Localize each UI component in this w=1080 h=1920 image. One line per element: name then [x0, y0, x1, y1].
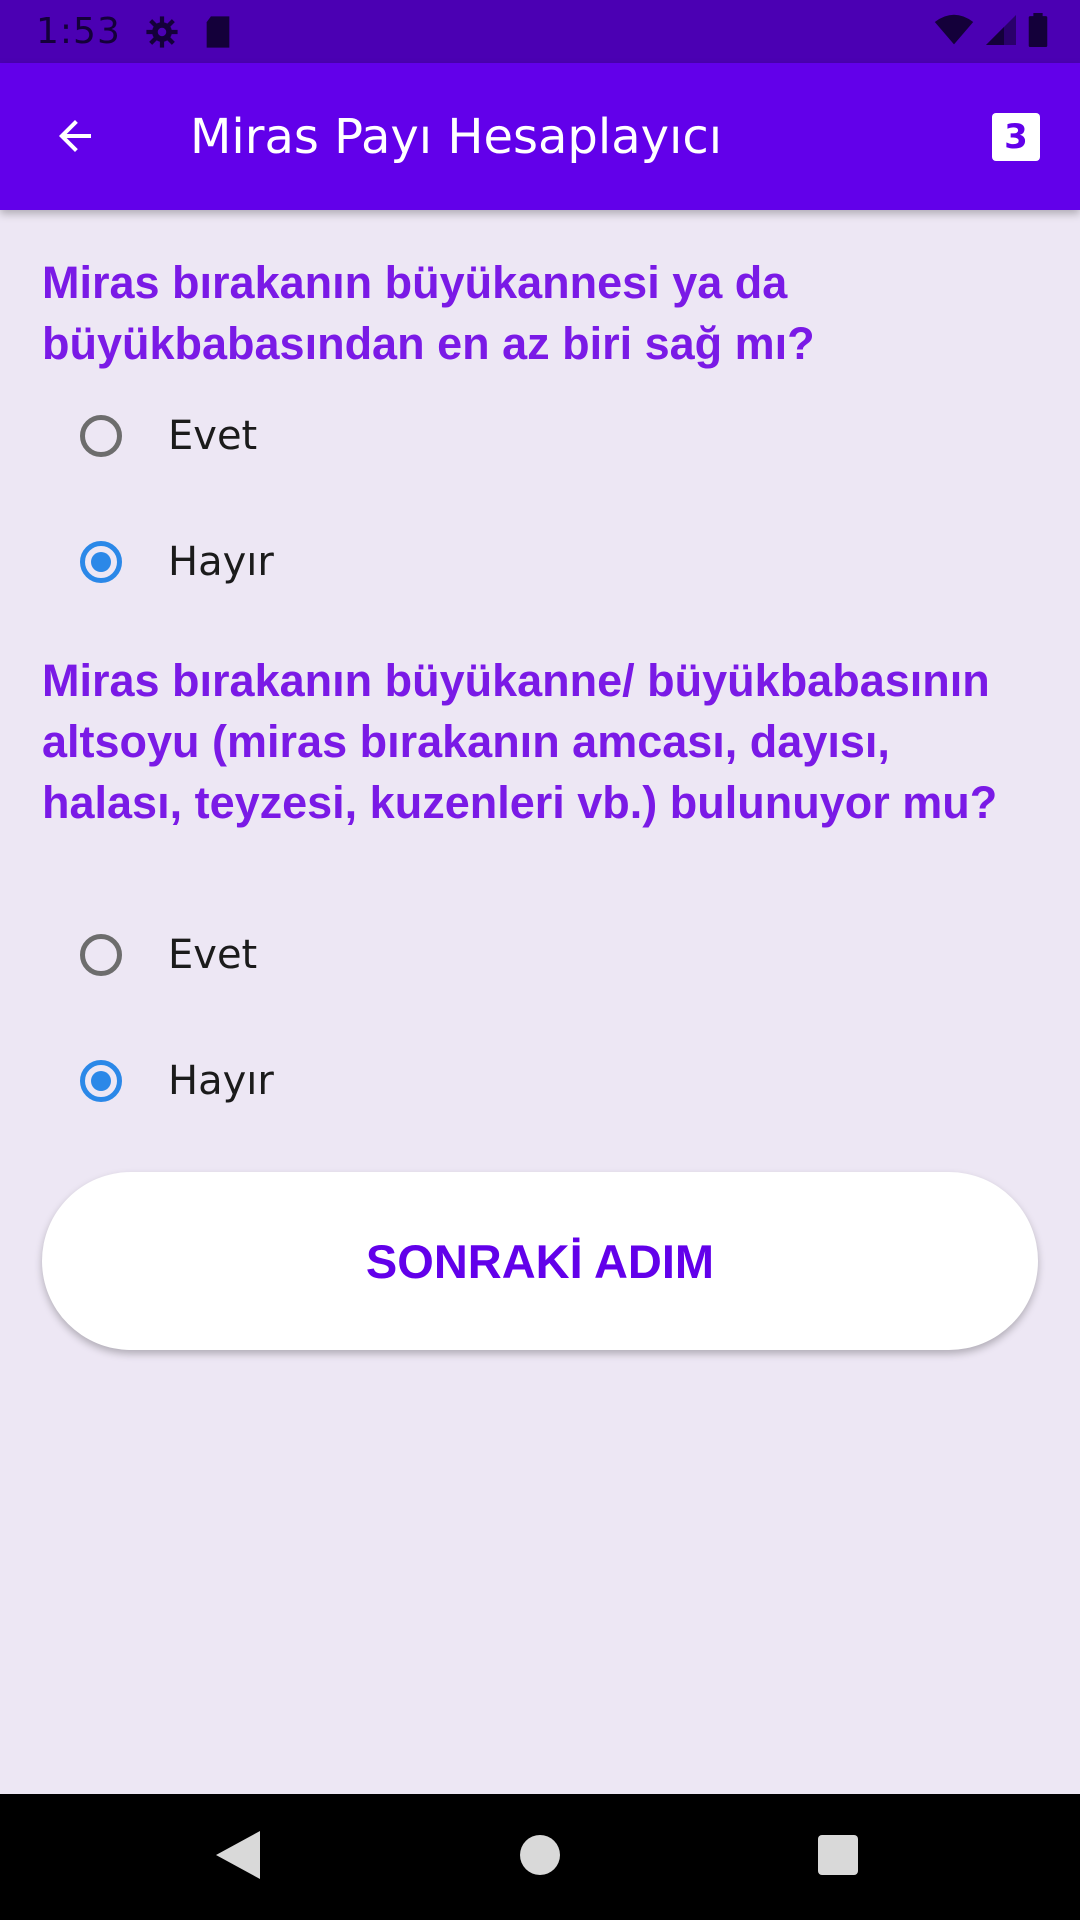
radio-checked[interactable] [80, 1060, 122, 1102]
radio-unchecked[interactable] [80, 415, 122, 457]
sd-card-icon [203, 15, 233, 49]
radio-option-q2-hayir[interactable]: Hayır [80, 1041, 274, 1121]
signal-icon [986, 14, 1016, 50]
status-time: 1:53 [36, 11, 121, 52]
radio-option-q2-evet[interactable]: Evet [80, 915, 257, 995]
radio-label: Hayır [168, 1058, 274, 1104]
step-badge: 3 [992, 113, 1040, 161]
square-recents-icon [818, 1835, 858, 1879]
back-button[interactable] [40, 103, 110, 173]
nav-recents-button[interactable] [788, 1794, 888, 1920]
radio-label: Evet [168, 413, 258, 459]
question-2: Miras bırakanın büyükanne/ büyükbabasını… [42, 655, 998, 828]
circle-home-icon [520, 1835, 560, 1879]
radio-option-q1-hayir[interactable]: Hayır [80, 522, 274, 602]
nav-home-button[interactable] [490, 1794, 590, 1920]
app-bar: Miras Payı Hesaplayıcı 3 [0, 63, 1080, 210]
nav-back-button[interactable] [188, 1794, 288, 1920]
radio-label: Evet [168, 932, 258, 978]
radio-label: Hayır [168, 539, 274, 585]
radio-unchecked[interactable] [80, 934, 122, 976]
settings-icon [145, 15, 179, 49]
arrow-back-icon [51, 112, 99, 164]
battery-icon [1028, 12, 1048, 51]
radio-checked[interactable] [80, 541, 122, 583]
system-nav-bar [0, 1794, 1080, 1920]
wifi-icon [934, 14, 974, 50]
page-title: Miras Payı Hesaplayıcı [190, 108, 723, 165]
next-step-button[interactable]: SONRAKİ ADIM [42, 1172, 1038, 1350]
status-bar: 1:53 [0, 0, 1080, 63]
radio-option-q1-evet[interactable]: Evet [80, 396, 257, 476]
triangle-back-icon [216, 1831, 260, 1883]
question-1: Miras bırakanın büyükannesi ya da büyükb… [42, 257, 815, 369]
